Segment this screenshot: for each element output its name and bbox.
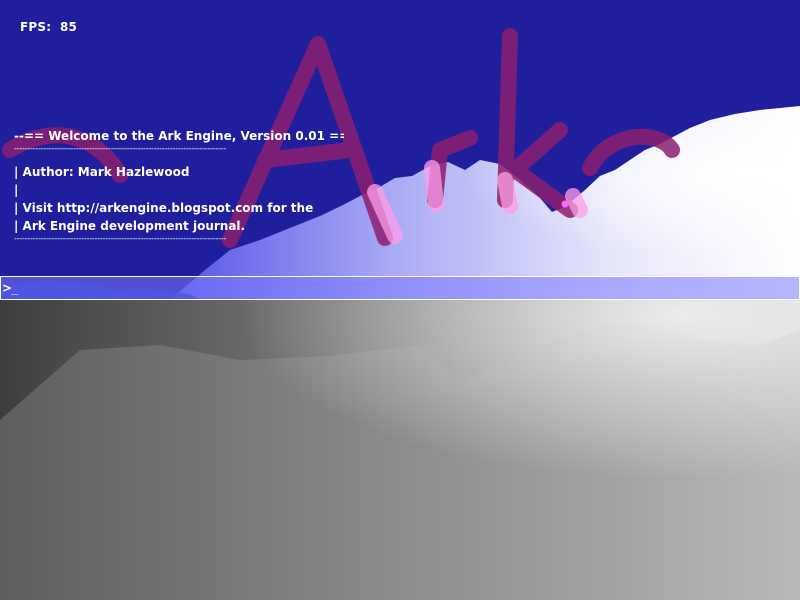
console-line-welcome: --== Welcome to the Ark Engine, Version … [14, 129, 344, 143]
game-viewport[interactable]: FPS: 85 --== Welcome to the Ark Engine, … [0, 0, 800, 600]
console-line-blank: | [14, 183, 19, 197]
terrain-scene [0, 28, 800, 600]
fps-counter: FPS: 85 [20, 20, 78, 34]
command-line-bar[interactable]: > [0, 276, 800, 300]
ground-glow [0, 300, 800, 600]
console-divider: ----------------------------------------… [14, 235, 227, 243]
console-line-visit: | Visit http://arkengine.blogspot.com fo… [14, 201, 314, 215]
console-divider: ----------------------------------------… [14, 145, 227, 153]
console-line-author: | Author: Mark Hazlewood [14, 165, 190, 179]
console-log: --== Welcome to the Ark Engine, Version … [14, 127, 344, 253]
command-input[interactable] [11, 279, 791, 297]
pink-dot [561, 200, 569, 208]
console-line-journal: | Ark Engine development journal. [14, 219, 246, 233]
